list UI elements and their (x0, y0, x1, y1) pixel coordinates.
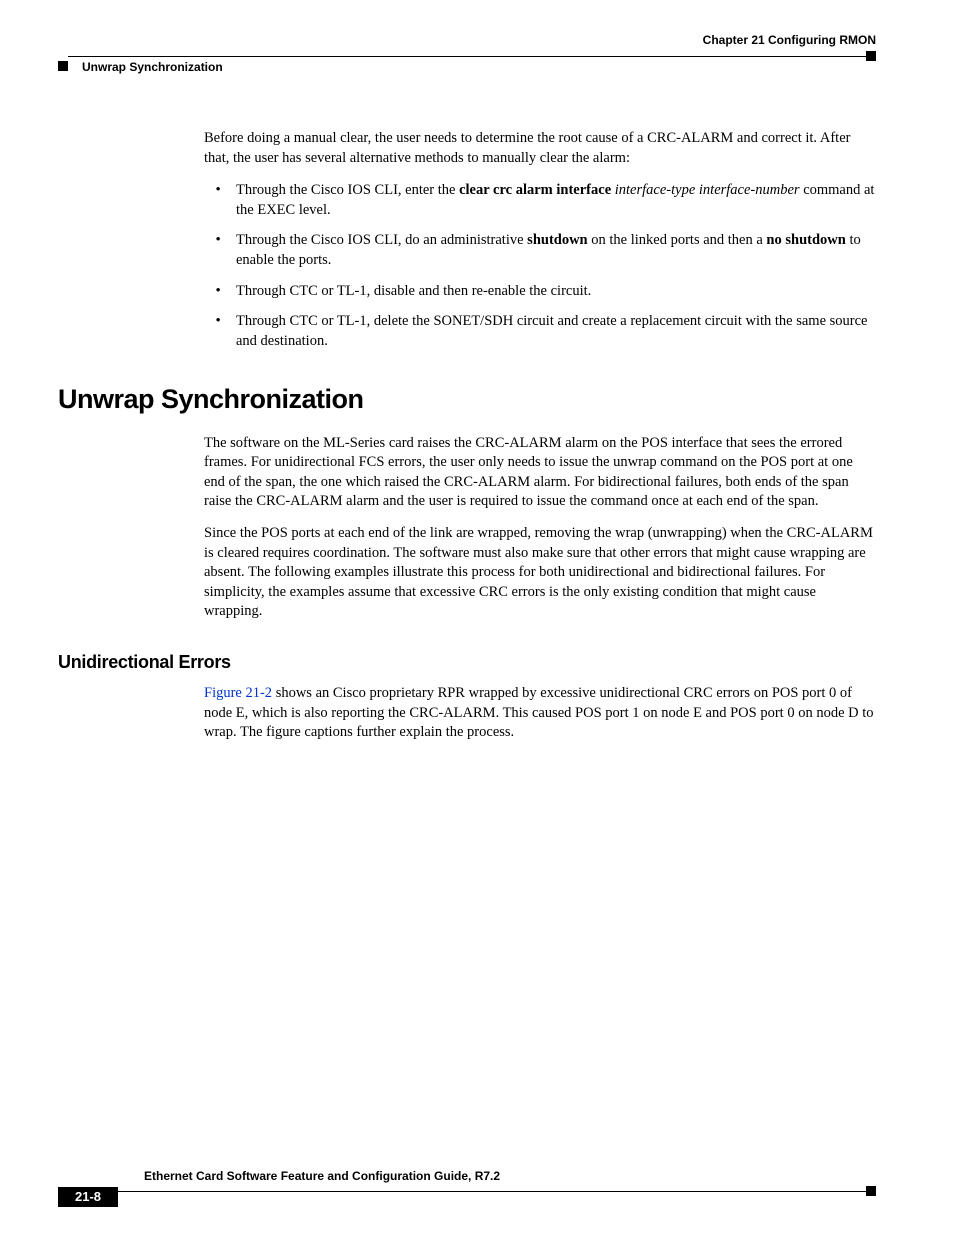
command-args: interface-type interface-number (611, 182, 799, 198)
header-left-cap-icon (58, 61, 68, 71)
text: Through the Cisco IOS CLI, enter the (236, 182, 459, 198)
command-text: clear crc alarm interface (459, 182, 611, 198)
paragraph: The software on the ML-Series card raise… (204, 434, 876, 512)
list-item: Through CTC or TL-1, disable and then re… (232, 281, 876, 302)
paragraph: Since the POS ports at each end of the l… (204, 524, 876, 622)
footer-title: Ethernet Card Software Feature and Confi… (144, 1168, 500, 1184)
list-item: Through CTC or TL-1, delete the SONET/SD… (232, 311, 876, 351)
page: Chapter 21 Configuring RMON Unwrap Synch… (0, 0, 954, 1235)
running-header-left-row: Unwrap Synchronization (58, 61, 876, 81)
header-rule-cap-icon (866, 51, 876, 61)
figure-link[interactable]: Figure 21-2 (204, 685, 272, 701)
method-list: Through the Cisco IOS CLI, enter the cle… (204, 180, 876, 351)
heading-1: Unwrap Synchronization (58, 381, 876, 417)
footer: Ethernet Card Software Feature and Confi… (58, 1185, 876, 1199)
body: Before doing a manual clear, the user ne… (204, 129, 876, 743)
footer-rule (58, 1185, 876, 1199)
text: Through the Cisco IOS CLI, do an adminis… (236, 232, 527, 248)
heading-2: Unidirectional Errors (58, 650, 876, 674)
keyword: shutdown (527, 232, 587, 248)
text: on the linked ports and then a (588, 232, 767, 248)
keyword: no shutdown (766, 232, 845, 248)
running-header-right: Chapter 21 Configuring RMON (58, 32, 876, 48)
page-number: 21-8 (58, 1187, 118, 1207)
list-item: Through the Cisco IOS CLI, do an adminis… (232, 230, 876, 270)
list-item: Through the Cisco IOS CLI, enter the cle… (232, 180, 876, 220)
paragraph: Figure 21-2 shows an Cisco proprietary R… (204, 684, 876, 743)
footer-rule-cap-icon (866, 1186, 876, 1196)
intro-paragraph: Before doing a manual clear, the user ne… (204, 129, 876, 168)
text: shows an Cisco proprietary RPR wrapped b… (204, 685, 874, 740)
running-header-left: Unwrap Synchronization (82, 59, 223, 75)
